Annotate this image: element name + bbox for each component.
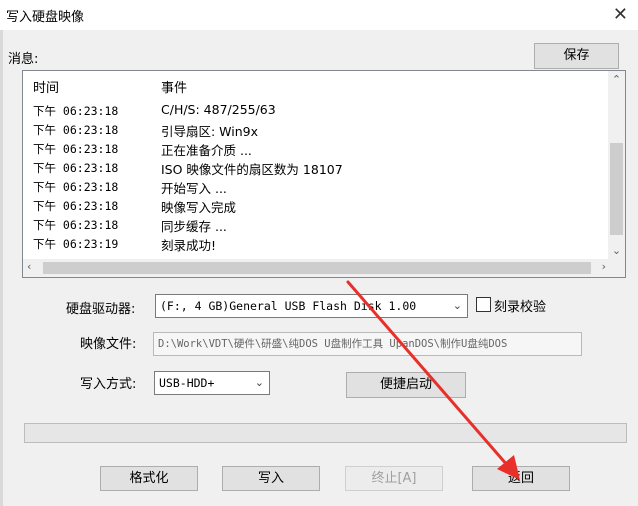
list-item: 下午 06:23:18 ISO 映像文件的扇区数为 18107	[23, 158, 603, 177]
scroll-left-icon[interactable]: ‹	[27, 260, 31, 273]
window-edge	[0, 30, 3, 506]
messages-label: 消息:	[8, 52, 39, 67]
image-file-field[interactable]: D:\Work\VDT\硬件\研盛\纯DOS U盘制作工具 UpanDOS\制作…	[153, 332, 582, 356]
horizontal-scrollbar[interactable]: ‹ ›	[23, 259, 610, 277]
vertical-scrollbar[interactable]: ⌃ ⌄	[608, 71, 625, 259]
log-time: 下午 06:23:18	[33, 161, 119, 175]
log-time: 下午 06:23:18	[33, 123, 119, 137]
window-title: 写入硬盘映像	[6, 10, 85, 25]
close-icon[interactable]: ✕	[613, 4, 628, 25]
log-time: 下午 06:23:18	[33, 218, 119, 232]
abort-button[interactable]: 终止[A]	[345, 466, 443, 491]
scrollbar-corner	[608, 259, 625, 277]
list-item: 下午 06:23:19 刻录成功!	[23, 234, 603, 253]
log-event: 开始写入 ...	[161, 181, 227, 196]
format-button[interactable]: 格式化	[100, 466, 198, 491]
drive-label: 硬盘驱动器:	[66, 302, 136, 317]
title-bar: 写入硬盘映像 ✕	[0, 0, 638, 30]
write-method-select[interactable]: USB-HDD+ ⌄	[154, 371, 270, 395]
drive-select-value: (F:, 4 GB)General USB Flash Disk 1.00	[160, 299, 417, 313]
chevron-down-icon: ⌄	[254, 376, 264, 389]
log-event: C/H/S: 487/255/63	[161, 102, 276, 117]
scroll-up-icon[interactable]: ⌃	[608, 73, 625, 86]
log-time: 下午 06:23:19	[33, 237, 119, 251]
list-item: 下午 06:23:18 正在准备介质 ...	[23, 139, 603, 158]
log-time: 下午 06:23:18	[33, 180, 119, 194]
log-event: ISO 映像文件的扇区数为 18107	[161, 162, 343, 177]
list-item: 下午 06:23:18 同步缓存 ...	[23, 215, 603, 234]
log-event: 正在准备介质 ...	[161, 143, 252, 158]
list-item: 下午 06:23:18 C/H/S: 487/255/63	[23, 101, 603, 119]
message-log[interactable]: 时间 事件 下午 06:23:18 C/H/S: 487/255/63 下午 0…	[22, 70, 626, 278]
quick-boot-button[interactable]: 便捷启动	[346, 372, 466, 398]
log-time: 下午 06:23:18	[33, 142, 119, 156]
log-event: 同步缓存 ...	[161, 219, 227, 234]
log-event: 映像写入完成	[161, 200, 237, 215]
list-item: 下午 06:23:18 开始写入 ...	[23, 177, 603, 196]
progress-bar	[24, 423, 627, 443]
write-method-label: 写入方式:	[80, 377, 137, 392]
image-file-label: 映像文件:	[80, 337, 137, 352]
scroll-down-icon[interactable]: ⌄	[608, 244, 625, 257]
drive-select[interactable]: (F:, 4 GB)General USB Flash Disk 1.00 ⌄	[155, 294, 468, 318]
verify-label: 刻录校验	[494, 300, 547, 315]
image-file-value: D:\Work\VDT\硬件\研盛\纯DOS U盘制作工具 UpanDOS\制作…	[158, 338, 508, 350]
scroll-thumb[interactable]	[610, 143, 623, 235]
scroll-right-icon[interactable]: ›	[602, 260, 606, 273]
log-event: 引导扇区: Win9x	[161, 124, 259, 139]
write-method-value: USB-HDD+	[159, 376, 215, 390]
column-header-time: 时间	[33, 81, 60, 96]
list-item: 下午 06:23:18 映像写入完成	[23, 196, 603, 215]
verify-checkbox[interactable]	[476, 297, 491, 312]
save-button[interactable]: 保存	[534, 43, 619, 69]
list-item: 下午 06:23:18 引导扇区: Win9x	[23, 120, 603, 139]
back-button[interactable]: 返回	[472, 466, 570, 491]
log-time: 下午 06:23:18	[33, 104, 119, 118]
scroll-thumb-horizontal[interactable]	[43, 262, 591, 274]
log-time: 下午 06:23:18	[33, 199, 119, 213]
write-button[interactable]: 写入	[222, 466, 320, 491]
column-header-event: 事件	[161, 81, 188, 96]
log-event: 刻录成功!	[161, 238, 217, 253]
chevron-down-icon: ⌄	[452, 299, 462, 312]
